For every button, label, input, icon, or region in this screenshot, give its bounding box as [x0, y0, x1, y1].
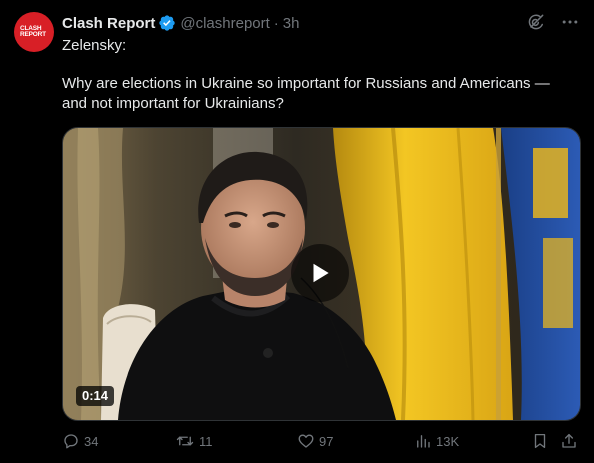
- more-icon[interactable]: [560, 12, 580, 32]
- display-name[interactable]: Clash Report: [62, 15, 155, 32]
- tweet-text-line-1: Zelensky:: [62, 37, 127, 54]
- bookmark-button[interactable]: [531, 430, 549, 452]
- reply-icon: [64, 434, 78, 449]
- reply-button[interactable]: 34: [62, 430, 98, 452]
- avatar-logo-text: CLASH REPORT: [20, 24, 46, 38]
- avatar[interactable]: CLASH REPORT: [14, 12, 54, 52]
- header-actions: [526, 12, 580, 32]
- share-icon: [562, 433, 576, 448]
- grok-icon[interactable]: [526, 12, 546, 32]
- handle[interactable]: @clashreport: [180, 15, 269, 32]
- tweet-card[interactable]: CLASH REPORT Clash Report @clashreport ·…: [0, 0, 594, 463]
- tweet-text-line-2: Why are elections in Ukraine so importan…: [62, 75, 550, 112]
- reply-count: 34: [84, 433, 99, 449]
- repost-icon: [176, 436, 194, 446]
- video-duration: 0:14: [76, 386, 115, 406]
- separator-dot: ·: [273, 14, 279, 32]
- view-count: 13K: [436, 433, 460, 449]
- analytics-icon: [417, 435, 430, 448]
- share-button[interactable]: [560, 430, 578, 452]
- views-button[interactable]: 13K: [414, 430, 459, 452]
- action-bar: 34 11 97 13K: [62, 430, 582, 452]
- verified-badge-icon: [158, 14, 176, 32]
- play-icon: [313, 263, 329, 283]
- timestamp[interactable]: 3h: [283, 15, 300, 32]
- repost-button[interactable]: 11: [175, 430, 213, 452]
- like-count: 97: [319, 433, 334, 449]
- heart-icon: [298, 434, 314, 448]
- bookmark-icon: [534, 433, 546, 449]
- like-button[interactable]: 97: [297, 430, 333, 452]
- video-player[interactable]: 0:14: [62, 127, 581, 421]
- repost-count: 11: [199, 433, 213, 449]
- tweet-header: Clash Report @clashreport · 3h: [62, 12, 299, 34]
- tweet-text: Zelensky: Why are elections in Ukraine s…: [62, 36, 578, 114]
- play-button[interactable]: [291, 244, 349, 302]
